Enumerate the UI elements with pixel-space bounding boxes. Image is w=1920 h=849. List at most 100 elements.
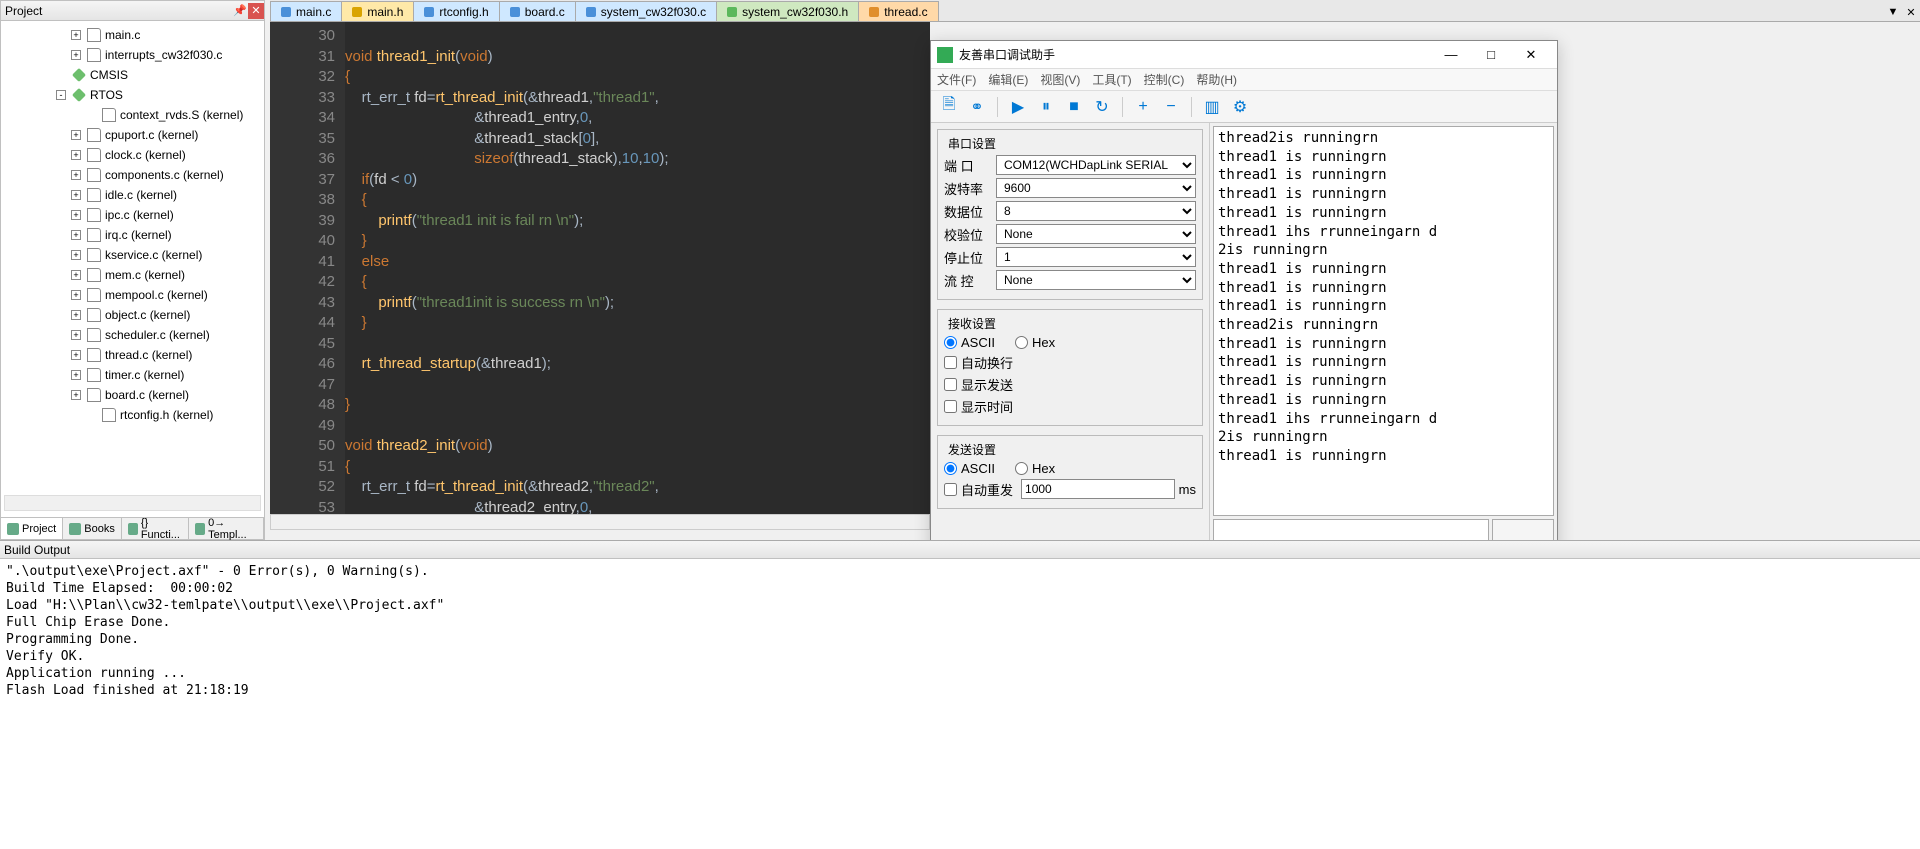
expand-icon[interactable]: +	[71, 210, 81, 220]
expand-icon[interactable]: -	[56, 90, 66, 100]
port-select[interactable]: COM12(WCHDapLink SERIAL	[996, 155, 1196, 175]
databits-select[interactable]: 8	[996, 201, 1196, 221]
tree-item[interactable]: +idle.c (kernel)	[1, 185, 264, 205]
expand-icon[interactable]: +	[71, 330, 81, 340]
expand-icon[interactable]: +	[71, 250, 81, 260]
menu-item[interactable]: 编辑(E)	[988, 71, 1028, 88]
editor-tab[interactable]: system_cw32f030.c	[575, 1, 717, 21]
pin-icon[interactable]: 📌	[232, 3, 248, 19]
editor-tab[interactable]: main.c	[270, 1, 342, 21]
resend-interval-input[interactable]	[1021, 479, 1175, 499]
tree-item[interactable]: + clock.c (kernel)	[1, 145, 264, 165]
tree-item[interactable]: CMSIS	[1, 65, 264, 85]
expand-icon[interactable]: +	[71, 370, 81, 380]
tree-item[interactable]: + main.c	[1, 25, 264, 45]
send-hex-radio[interactable]	[1015, 462, 1028, 475]
menu-item[interactable]: 文件(F)	[937, 71, 976, 88]
tab-dropdown-icon[interactable]: ▼	[1884, 3, 1902, 21]
tree-item-label[interactable]: CMSIS	[90, 68, 128, 82]
stop-icon[interactable]: ■	[1062, 95, 1086, 119]
project-tab[interactable]: 0→ Templ...	[189, 518, 264, 539]
stopbits-select[interactable]: 1	[996, 247, 1196, 267]
expand-icon[interactable]: +	[71, 50, 81, 60]
tree-item[interactable]: + object.c (kernel)	[1, 305, 264, 325]
tree-item-label[interactable]: cpuport.c (kernel)	[105, 128, 198, 142]
code-area[interactable]: void thread1_init(void){ rt_err_t fd=rt_…	[345, 22, 930, 524]
recv-hex-radio[interactable]	[1015, 336, 1028, 349]
flow-select[interactable]: None	[996, 270, 1196, 290]
tree-item-label[interactable]: main.c	[105, 28, 140, 42]
record-icon[interactable]: ⚭	[965, 95, 989, 119]
expand-icon[interactable]: +	[71, 230, 81, 240]
maximize-button[interactable]: □	[1471, 43, 1511, 67]
tree-item[interactable]: + irq.c (kernel)	[1, 225, 264, 245]
tree-item-label[interactable]: irq.c (kernel)	[105, 228, 172, 242]
tree-item-label[interactable]: object.c (kernel)	[105, 308, 190, 322]
minimize-button[interactable]: —	[1431, 43, 1471, 67]
new-icon[interactable]: 🗎	[937, 95, 961, 119]
editor-tab[interactable]: thread.c	[858, 1, 938, 21]
tree-item[interactable]: rtconfig.h (kernel)	[1, 405, 264, 425]
build-output[interactable]: ".\output\exe\Project.axf" - 0 Error(s),…	[0, 559, 1920, 703]
expand-icon[interactable]: +	[71, 150, 81, 160]
tree-item[interactable]: +thread.c (kernel)	[1, 345, 264, 365]
tree-item[interactable]: + board.c (kernel)	[1, 385, 264, 405]
tree-item-label[interactable]: board.c (kernel)	[105, 388, 189, 402]
tree-item-label[interactable]: kservice.c (kernel)	[105, 248, 202, 262]
tree-item-label[interactable]: rtconfig.h (kernel)	[120, 408, 213, 422]
code-editor[interactable]: 3031323334353637383940414243444546474849…	[270, 22, 930, 524]
tree-item[interactable]: +timer.c (kernel)	[1, 365, 264, 385]
expand-icon[interactable]: +	[71, 290, 81, 300]
project-tab[interactable]: Project	[1, 518, 63, 539]
autowrap-checkbox[interactable]	[944, 356, 957, 369]
editor-tab[interactable]: main.h	[341, 1, 414, 21]
play-icon[interactable]: ▶	[1006, 95, 1030, 119]
expand-icon[interactable]: +	[71, 30, 81, 40]
tree-item[interactable]: + kservice.c (kernel)	[1, 245, 264, 265]
menu-item[interactable]: 帮助(H)	[1196, 71, 1237, 88]
refresh-icon[interactable]: ↻	[1090, 95, 1114, 119]
tree-item-label[interactable]: context_rvds.S (kernel)	[120, 108, 243, 122]
menu-item[interactable]: 视图(V)	[1040, 71, 1080, 88]
pause-icon[interactable]: ⏸	[1034, 95, 1058, 119]
tree-item-label[interactable]: clock.c (kernel)	[105, 148, 186, 162]
tree-item[interactable]: +mem.c (kernel)	[1, 265, 264, 285]
tree-item[interactable]: + interrupts_cw32f030.c	[1, 45, 264, 65]
minus-icon[interactable]: −	[1159, 95, 1183, 119]
tree-item-label[interactable]: mem.c (kernel)	[105, 268, 185, 282]
expand-icon[interactable]: +	[71, 310, 81, 320]
project-hscroll[interactable]	[4, 495, 261, 511]
editor-hscroll[interactable]	[270, 514, 930, 530]
menu-item[interactable]: 控制(C)	[1144, 71, 1185, 88]
tree-item-label[interactable]: interrupts_cw32f030.c	[105, 48, 222, 62]
serial-output[interactable]: thread2is runningrn thread1 is runningrn…	[1213, 126, 1554, 516]
tab-close-icon[interactable]: ✕	[1902, 3, 1920, 21]
layout-icon[interactable]: ▥	[1200, 95, 1224, 119]
project-tab[interactable]: {} Functi...	[122, 518, 189, 539]
autoresend-checkbox[interactable]	[944, 483, 957, 496]
close-button[interactable]: ✕	[1511, 43, 1551, 67]
tree-item[interactable]: + mempool.c (kernel)	[1, 285, 264, 305]
expand-icon[interactable]: +	[71, 170, 81, 180]
gear-icon[interactable]: ⚙	[1228, 95, 1252, 119]
editor-tab[interactable]: board.c	[499, 1, 576, 21]
tree-item[interactable]: +components.c (kernel)	[1, 165, 264, 185]
baud-select[interactable]: 9600	[996, 178, 1196, 198]
tree-item-label[interactable]: RTOS	[90, 88, 123, 102]
tree-item[interactable]: +scheduler.c (kernel)	[1, 325, 264, 345]
editor-tab[interactable]: system_cw32f030.h	[716, 1, 859, 21]
expand-icon[interactable]: +	[71, 190, 81, 200]
close-icon[interactable]: ✕	[248, 3, 264, 19]
expand-icon[interactable]: +	[71, 350, 81, 360]
tree-item[interactable]: +cpuport.c (kernel)	[1, 125, 264, 145]
expand-icon[interactable]: +	[71, 390, 81, 400]
send-ascii-radio[interactable]	[944, 462, 957, 475]
tree-item-label[interactable]: mempool.c (kernel)	[105, 288, 208, 302]
recv-ascii-radio[interactable]	[944, 336, 957, 349]
showtime-checkbox[interactable]	[944, 400, 957, 413]
menu-item[interactable]: 工具(T)	[1092, 71, 1131, 88]
tree-item-label[interactable]: ipc.c (kernel)	[105, 208, 174, 222]
showsend-checkbox[interactable]	[944, 378, 957, 391]
tree-item[interactable]: context_rvds.S (kernel)	[1, 105, 264, 125]
tree-item[interactable]: + ipc.c (kernel)	[1, 205, 264, 225]
